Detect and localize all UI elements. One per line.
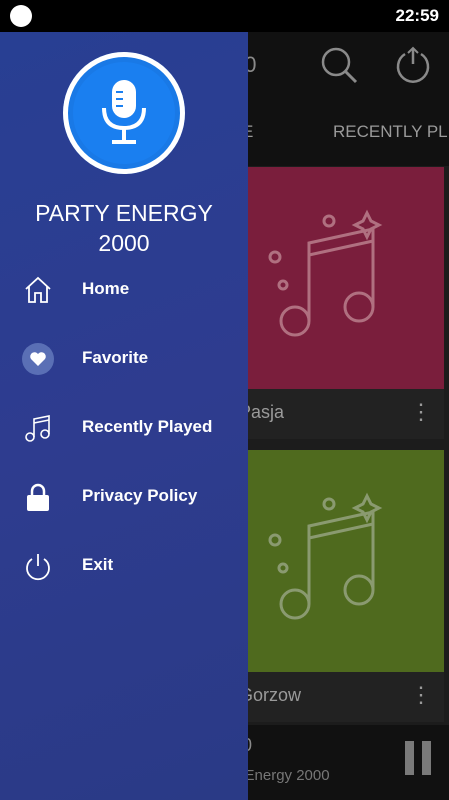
- music-note-icon: [22, 412, 54, 444]
- power-icon[interactable]: [392, 44, 434, 86]
- more-options-icon[interactable]: ⋮: [410, 682, 432, 708]
- heart-icon: [22, 343, 54, 375]
- menu-item-recently-played[interactable]: Recently Played: [0, 403, 248, 455]
- status-bar: 22:59: [0, 0, 449, 32]
- app-logo: [63, 52, 185, 174]
- microphone-icon: [102, 80, 146, 144]
- music-note-icon: [268, 209, 383, 337]
- more-options-icon[interactable]: ⋮: [410, 399, 432, 425]
- menu-item-label: Recently Played: [82, 417, 213, 436]
- pause-button[interactable]: [401, 741, 435, 775]
- lock-icon: [22, 481, 54, 513]
- music-note-icon: [268, 492, 383, 620]
- brand-line-2: 2000: [98, 230, 150, 256]
- search-icon[interactable]: [318, 44, 360, 86]
- notification-dot-icon: [10, 5, 32, 27]
- pause-icon: [405, 741, 414, 775]
- menu-item-label: Favorite: [82, 348, 149, 367]
- menu-item-label: Privacy Policy: [82, 486, 198, 505]
- menu-item-exit[interactable]: Exit: [0, 541, 248, 593]
- menu-item-favorite[interactable]: Favorite: [0, 334, 248, 386]
- menu-item-label: Home: [82, 279, 130, 298]
- brand-line-1: PARTY ENERGY: [35, 200, 213, 226]
- home-icon: [22, 274, 54, 306]
- navigation-drawer: PARTY ENERGY 2000 Home Favorite Recently…: [0, 32, 248, 800]
- brand-title: PARTY ENERGY 2000: [0, 198, 248, 258]
- tab-recently-played[interactable]: RECENTLY PL: [333, 122, 448, 142]
- menu-item-home[interactable]: Home: [0, 265, 248, 317]
- menu-item-label: Exit: [82, 555, 114, 574]
- status-time: 22:59: [395, 6, 439, 25]
- power-icon: [22, 550, 54, 582]
- menu-item-privacy-policy[interactable]: Privacy Policy: [0, 472, 248, 524]
